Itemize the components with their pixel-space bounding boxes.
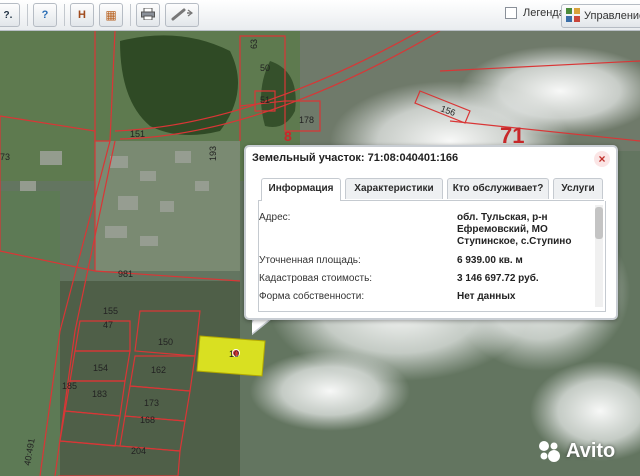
print-icon bbox=[141, 7, 155, 23]
measure-button[interactable]: H bbox=[70, 3, 94, 27]
popup-pointer bbox=[252, 318, 274, 336]
identify-button[interactable]: ?. bbox=[0, 3, 20, 27]
close-icon: × bbox=[598, 152, 606, 166]
map-label: 151 bbox=[130, 129, 145, 139]
identify-icon: ?. bbox=[3, 9, 13, 21]
address-label: Адрес: bbox=[259, 212, 291, 223]
map-label: 50 bbox=[260, 63, 270, 73]
map-label: 168 bbox=[140, 415, 155, 425]
measure-icon: H bbox=[78, 9, 86, 21]
map-info-icon: ? bbox=[41, 9, 49, 21]
legend-checkbox[interactable] bbox=[505, 7, 517, 19]
map-label: 183 bbox=[92, 389, 107, 399]
toolbar: ?. ? H ▦ Легенда Управление картой bbox=[0, 0, 640, 31]
map-label: 173 bbox=[144, 398, 159, 408]
address-value: обл. Тульская, р-н Ефремовский, МО Ступи… bbox=[457, 212, 571, 248]
avito-logo-icon bbox=[539, 441, 560, 462]
map-label: 155 bbox=[103, 306, 118, 316]
cadastral-value: 3 146 697.72 руб. bbox=[457, 273, 539, 284]
layers-icon bbox=[565, 7, 581, 26]
watermark-text: Avito bbox=[566, 439, 616, 462]
popup-tabs: Информация Характеристики Кто обслуживае… bbox=[258, 178, 604, 201]
manage-map-button[interactable]: Управление картой bbox=[561, 4, 640, 28]
map-label: 73 bbox=[0, 152, 10, 162]
toolbar-separator bbox=[64, 4, 65, 26]
map-label: 150 bbox=[158, 337, 173, 347]
link-button[interactable] bbox=[165, 3, 199, 27]
map-label: 178 bbox=[299, 115, 314, 125]
map-label: 63 bbox=[249, 39, 259, 49]
cadastral-value-label: Кадастровая стоимость: bbox=[259, 273, 373, 284]
address-line: Ступинское, с.Ступино bbox=[457, 236, 572, 247]
map-label: 51 bbox=[260, 95, 270, 105]
map-label: 193 bbox=[208, 146, 218, 161]
popup-title: Земельный участок: 71:08:040401:166 bbox=[252, 152, 459, 164]
address-line: Ефремовский, МО bbox=[457, 224, 548, 235]
manage-map-label: Управление картой bbox=[584, 10, 640, 22]
ownership-label: Форма собственности: bbox=[259, 291, 365, 302]
scrollbar-thumb[interactable] bbox=[595, 207, 603, 239]
address-line: обл. Тульская, р-н bbox=[457, 212, 548, 223]
map-label: 204 bbox=[131, 446, 146, 456]
close-button[interactable]: × bbox=[594, 151, 610, 167]
area-label: Уточненная площадь: bbox=[259, 255, 361, 266]
map-label: 981 bbox=[118, 269, 133, 279]
toolbar-separator bbox=[130, 4, 131, 26]
ownership-value: Нет данных bbox=[457, 291, 516, 302]
print-button[interactable] bbox=[136, 3, 160, 27]
building-icon: ▦ bbox=[105, 8, 117, 22]
building-button[interactable]: ▦ bbox=[99, 3, 123, 27]
legend-label: Легенда bbox=[523, 7, 565, 19]
map-label: 47 bbox=[103, 320, 113, 330]
map-info-button[interactable]: ? bbox=[33, 3, 57, 27]
area-value: 6 939.00 кв. м bbox=[457, 255, 523, 266]
map-label: 154 bbox=[93, 363, 108, 373]
scrollbar[interactable] bbox=[595, 205, 603, 307]
parcel-info-popup: Земельный участок: 71:08:040401:166 × Ин… bbox=[244, 145, 618, 320]
tab-who-serves[interactable]: Кто обслуживает? bbox=[447, 178, 549, 199]
tab-info[interactable]: Информация bbox=[261, 178, 341, 201]
tab-characteristics[interactable]: Характеристики bbox=[345, 178, 443, 199]
map-label: 8 bbox=[284, 128, 292, 144]
tab-services[interactable]: Услуги bbox=[553, 178, 603, 199]
info-panel: Адрес: обл. Тульская, р-н Ефремовский, М… bbox=[258, 201, 606, 312]
map-label: 185 bbox=[62, 381, 77, 391]
link-icon bbox=[170, 7, 194, 24]
avito-watermark: Avito bbox=[536, 438, 615, 464]
cloud bbox=[250, 351, 410, 431]
legend-toggle[interactable]: Легенда bbox=[505, 7, 565, 19]
map-label: 162 bbox=[151, 365, 166, 375]
map-label: 10 bbox=[229, 349, 239, 359]
toolbar-separator bbox=[27, 4, 28, 26]
